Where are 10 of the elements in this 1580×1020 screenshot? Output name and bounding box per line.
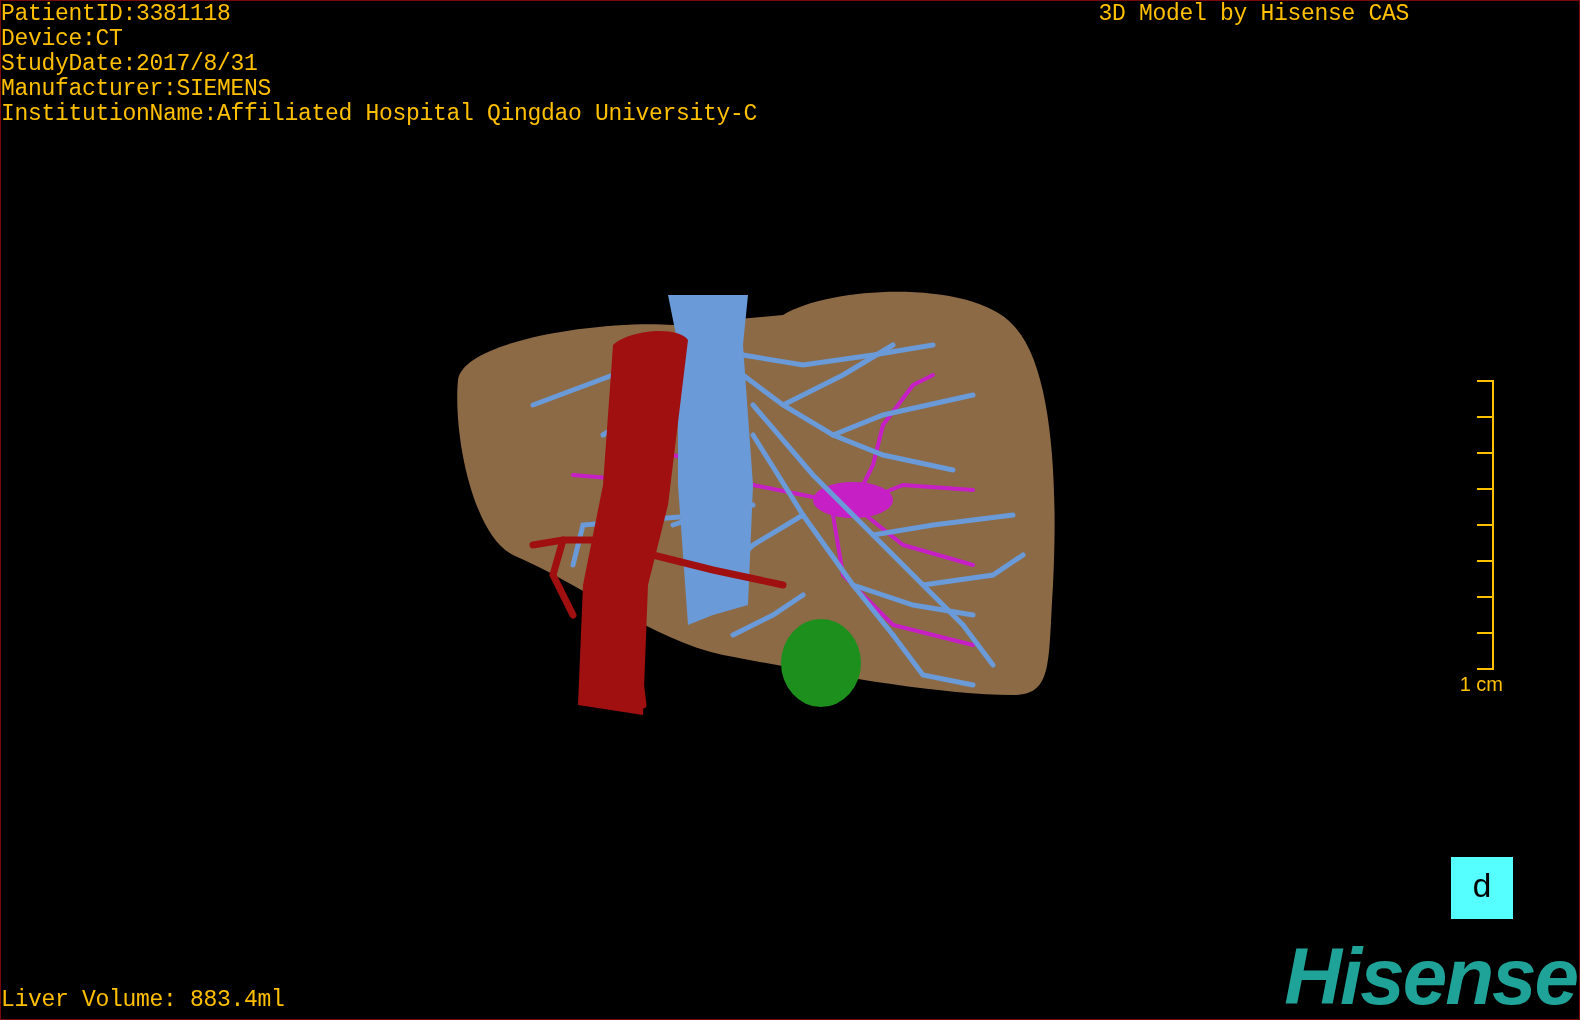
patient-info-text: PatientID:3381118	[1, 2, 232, 27]
orientation-cube[interactable]: d	[1451, 857, 1513, 919]
liver-volume-text: Liver Volume: 883.4ml	[1, 988, 285, 1013]
patient-info-text: Manufacturer:SIEMENS	[1, 77, 273, 102]
scale-label: 1 cm	[1459, 673, 1503, 696]
patient-info-text: StudyDate:2017/8/31	[1, 52, 259, 77]
logo: Hisense	[1284, 941, 1577, 1013]
patient-info-text: Device:CT	[1, 27, 124, 52]
patient-info-text: InstitutionName:Affiliated Hospital Qingdao University-C	[1, 102, 758, 127]
viewer-title: 3D Model by Hisense CAS	[1098, 2, 1409, 27]
